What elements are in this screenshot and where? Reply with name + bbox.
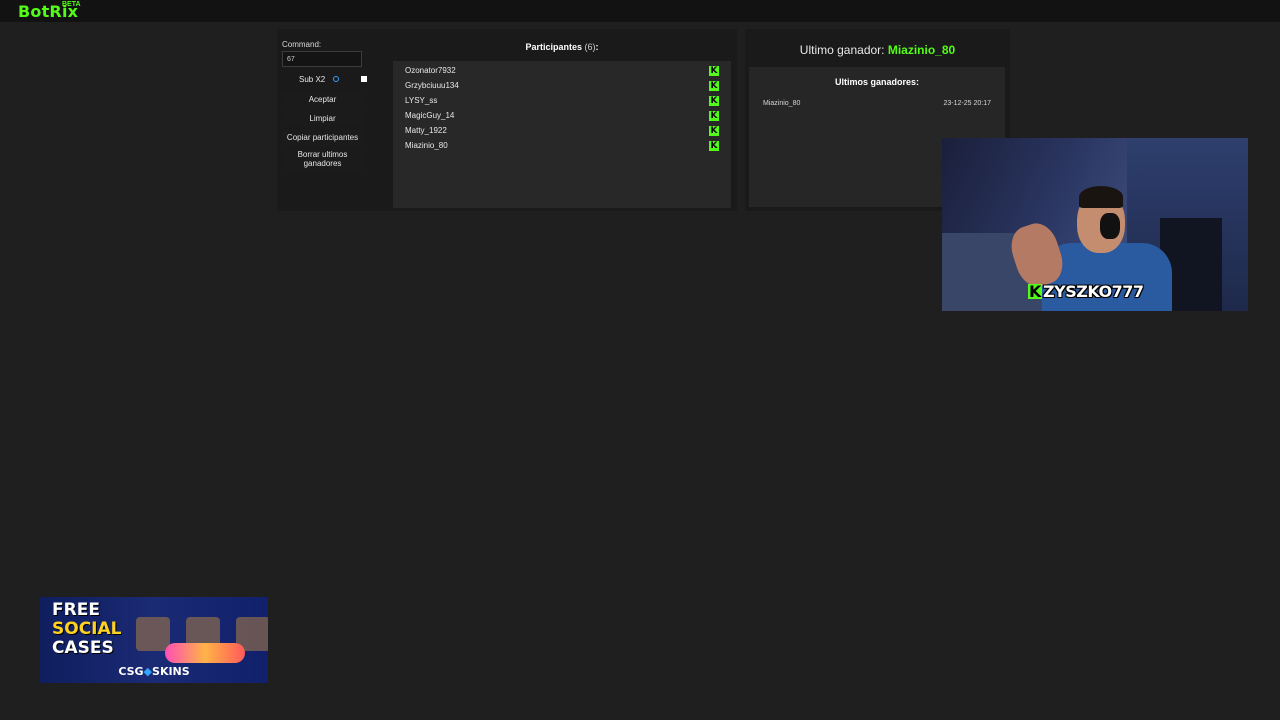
last-winner-name: Miazinio_80 (887, 43, 956, 57)
ad-car-image (165, 643, 245, 663)
webcam-overlay: K ZYSZKO777 (942, 138, 1248, 311)
ad-line-1: FREE (52, 600, 100, 620)
participant-item[interactable]: Miazinio_80 K (405, 141, 719, 156)
winner-history-date: 23-12-25 20:17 (943, 100, 991, 107)
brand-dot-icon: ◆ (143, 665, 153, 678)
participants-list: Ozonator7932 K Grzybciuuu134 K LYSY_ss K Ma… (405, 66, 719, 156)
last-winner-label: Ultimo ganador: (799, 43, 885, 57)
ad-line-2: SOCIAL (52, 619, 122, 639)
accept-button[interactable]: Aceptar (282, 92, 363, 107)
participant-name: Grzybciuuu134 (405, 81, 459, 90)
kick-icon: K (709, 126, 719, 136)
sub-x2-label: Sub X2 (299, 75, 326, 84)
participant-name: Ozonator7932 (405, 66, 456, 75)
participants-title-text: Participantes (525, 42, 582, 52)
participant-item[interactable]: Grzybciuuu134 K (405, 81, 719, 96)
kick-icon: K (709, 111, 719, 121)
last-winners-title: Ultimos ganadores: (834, 77, 919, 87)
kick-icon: K (709, 96, 719, 106)
last-winner: Ultimo ganador: Miazinio_80 (745, 43, 1010, 57)
csgoskins-ad-banner[interactable]: FREE SOCIAL CASES CSG◆SKINS (40, 597, 268, 683)
participant-name: LYSY_ss (405, 96, 438, 105)
kick-logo-icon: K (1028, 282, 1042, 301)
winner-history-name: Miazinio_80 (763, 100, 801, 107)
clear-button[interactable]: Limpiar (282, 111, 363, 126)
kick-icon: K (709, 81, 719, 91)
participants-count: (6) (584, 42, 596, 52)
participant-item[interactable]: Matty_1922 K (405, 126, 719, 141)
participants-panel: Ozonator7932 K Grzybciuuu134 K LYSY_ss K Ma… (393, 61, 731, 208)
participant-name: MagicGuy_14 (405, 111, 455, 120)
headphones (1100, 213, 1120, 239)
ad-brand: CSG◆SKINS (40, 665, 268, 678)
sub-x2-row: Sub X2 (282, 74, 368, 86)
winner-history-row: Miazinio_80 23-12-25 20:17 (763, 100, 991, 107)
participant-item[interactable]: Ozonator7932 K (405, 66, 719, 81)
ad-brand-right: SKINS (152, 665, 190, 678)
ad-line-3: CASES (52, 638, 114, 658)
top-bar: BotRix BETA (0, 0, 1280, 22)
copy-participants-button[interactable]: Copiar participantes (282, 130, 363, 145)
participant-item[interactable]: LYSY_ss K (405, 96, 719, 111)
command-input[interactable] (282, 51, 362, 67)
ad-headline: FREE SOCIAL CASES (52, 601, 122, 658)
webcam-person-hair (1079, 186, 1123, 208)
kick-icon: K (709, 66, 719, 76)
participants-title: Participantes (6): (393, 42, 731, 52)
ad-case-tile (136, 617, 170, 651)
streamer-name-text: ZYSZKO777 (1043, 282, 1144, 301)
command-label: Command: (282, 40, 322, 49)
participants-title-colon: : (595, 42, 599, 52)
ad-brand-left: CSG (118, 665, 144, 678)
delete-last-winners-button[interactable]: Borrar ultimos ganadores (282, 150, 363, 170)
participant-name: Miazinio_80 (405, 141, 448, 150)
streamer-name: K ZYSZKO777 (1028, 282, 1144, 301)
beta-badge: BETA (62, 1, 81, 8)
sub-x2-checkbox[interactable] (361, 76, 367, 82)
participant-name: Matty_1922 (405, 126, 447, 135)
info-icon[interactable] (333, 76, 339, 82)
kick-icon: K (709, 141, 719, 151)
participant-item[interactable]: MagicGuy_14 K (405, 111, 719, 126)
